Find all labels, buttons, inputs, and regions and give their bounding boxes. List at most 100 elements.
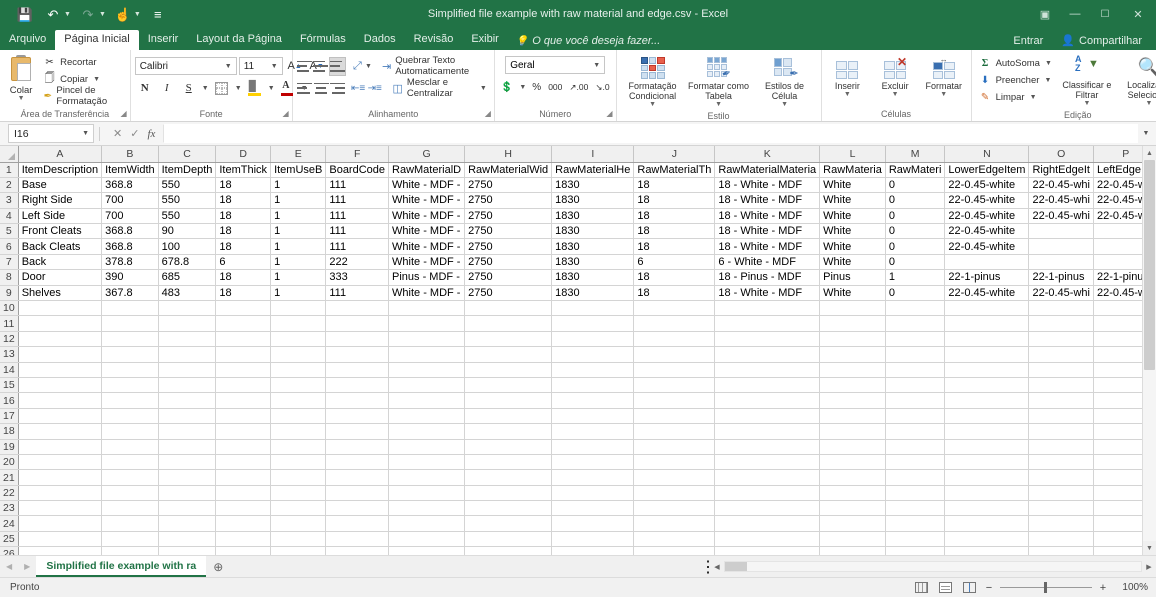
cell-L23[interactable] [819,500,886,517]
cell-A18[interactable] [18,423,103,440]
sheet-tab-active[interactable]: Simplified file example with ra [36,556,207,577]
format-as-table-dropdown-icon[interactable]: ▼ [715,101,722,108]
cell-H18[interactable] [464,423,553,440]
cell-F16[interactable] [325,392,390,409]
tell-me-search[interactable]: 💡 O que você deseja fazer... [508,32,668,50]
decrease-indent-button[interactable]: ⇤≡ [350,79,366,98]
percent-format-button[interactable]: % [530,78,543,96]
cell-A20[interactable] [18,454,103,471]
cell-J3[interactable]: 18 [633,192,716,209]
cell-K16[interactable] [714,392,821,409]
cell-M7[interactable]: 0 [885,254,946,271]
cell-E12[interactable] [270,331,327,348]
cell-C13[interactable] [158,346,217,363]
cell-H17[interactable] [464,408,553,425]
cell-B2[interactable]: 368.8 [101,177,159,194]
cell-G4[interactable]: White - MDF - [388,208,466,225]
cell-L15[interactable] [819,377,886,394]
cell-G21[interactable] [388,469,466,486]
cell-H26[interactable] [464,546,553,555]
cell-K15[interactable] [714,377,821,394]
number-format-select[interactable]: Geral ▼ [505,56,606,74]
cell-L24[interactable] [819,515,886,532]
cell-D8[interactable]: 18 [215,269,272,286]
redo-icon[interactable]: ↷ [75,3,101,25]
row-header-14[interactable]: 14 [0,362,19,378]
cell-G18[interactable] [388,423,466,440]
cell-M4[interactable]: 0 [885,208,946,225]
cell-B17[interactable] [101,408,159,425]
cell-J19[interactable] [633,439,716,455]
find-select-button[interactable]: 🔍 Localizar e Selecionar ▼ [1118,53,1156,108]
cell-E9[interactable]: 1 [270,285,327,302]
cell-P25[interactable] [1093,531,1142,548]
next-sheet-icon[interactable]: ▶ [24,562,30,571]
cell-B26[interactable] [101,546,159,555]
underline-button[interactable]: S [179,79,199,98]
cell-O9[interactable]: 22-0.45-whi [1028,285,1094,302]
row-header-20[interactable]: 20 [0,454,19,471]
cell-G12[interactable] [388,331,466,348]
row-header-7[interactable]: 7 [0,254,19,271]
cell-K8[interactable]: 18 - Pinus - MDF [714,269,821,286]
page-break-view-button[interactable] [960,581,978,595]
cell-O22[interactable] [1028,485,1094,502]
cell-C23[interactable] [158,500,217,517]
cell-F14[interactable] [325,362,390,378]
cell-O5[interactable] [1028,223,1094,240]
cell-F3[interactable]: 111 [325,192,390,209]
cell-H6[interactable]: 2750 [464,238,553,255]
cell-A17[interactable] [18,408,103,425]
cell-D26[interactable] [215,546,272,555]
cell-B24[interactable] [101,515,159,532]
row-header-22[interactable]: 22 [0,485,19,502]
accounting-format-button[interactable]: 💲 [499,78,515,96]
cell-B13[interactable] [101,346,159,363]
cell-D20[interactable] [215,454,272,471]
restore-button[interactable]: ☐ [1090,0,1120,28]
cell-I18[interactable] [551,423,635,440]
cell-P13[interactable] [1093,346,1142,363]
cell-G20[interactable] [388,454,466,471]
cell-O12[interactable] [1028,331,1094,348]
cell-C12[interactable] [158,331,217,348]
cell-A23[interactable] [18,500,103,517]
cell-F6[interactable]: 111 [325,238,390,255]
cell-C22[interactable] [158,485,217,502]
cell-L16[interactable] [819,392,886,409]
cell-H11[interactable] [464,315,553,332]
cell-E1[interactable]: ItemUseB [270,162,327,178]
cell-K11[interactable] [714,315,821,332]
cell-G23[interactable] [388,500,466,517]
cell-P6[interactable] [1093,238,1142,255]
cell-O8[interactable]: 22-1-pinus [1028,269,1094,286]
fill-button[interactable]: ⬇ Preencher ▼ [976,72,1056,88]
cell-F21[interactable] [325,469,390,486]
share-button[interactable]: 👤 Compartilhar [1055,31,1148,50]
cell-D15[interactable] [215,377,272,394]
cell-H15[interactable] [464,377,553,394]
font-size-dropdown-icon[interactable]: ▼ [269,63,280,70]
cell-J10[interactable] [633,300,716,317]
font-dialog-launcher-icon[interactable]: ◢ [283,107,289,120]
column-header-e[interactable]: E [270,146,327,163]
cell-H16[interactable] [464,392,553,409]
cell-A1[interactable]: ItemDescription [18,162,103,178]
cell-L20[interactable] [819,454,886,471]
cell-F26[interactable] [325,546,390,555]
cell-N26[interactable] [944,546,1030,555]
cell-D22[interactable] [215,485,272,502]
cell-P3[interactable]: 22-0.45-whi [1093,192,1142,209]
column-header-o[interactable]: O [1028,146,1094,163]
align-center-button[interactable] [313,79,329,98]
cell-A6[interactable]: Back Cleats [18,238,103,255]
cell-N3[interactable]: 22-0.45-white [944,192,1030,209]
cell-I4[interactable]: 1830 [551,208,635,225]
paste-dropdown-icon[interactable]: ▼ [18,95,25,102]
cell-B16[interactable] [101,392,159,409]
cell-F9[interactable]: 111 [325,285,390,302]
cell-A14[interactable] [18,362,103,378]
row-header-16[interactable]: 16 [0,392,19,409]
cell-L7[interactable]: White [819,254,886,271]
cell-E25[interactable] [270,531,327,548]
